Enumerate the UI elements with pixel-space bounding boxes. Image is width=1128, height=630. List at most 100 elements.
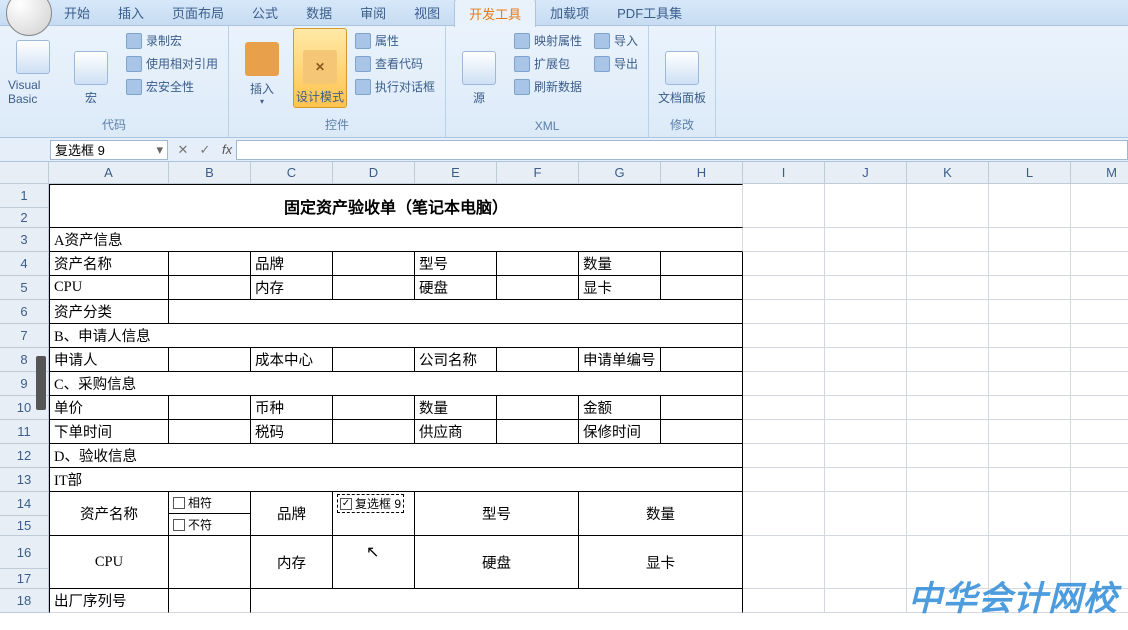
cell-section-D[interactable]: D、验收信息: [49, 444, 743, 468]
cell[interactable]: [907, 468, 989, 492]
cell[interactable]: [333, 252, 415, 276]
cell[interactable]: [169, 348, 251, 372]
formula-input[interactable]: [236, 140, 1128, 160]
cell[interactable]: [743, 228, 825, 252]
cell[interactable]: [497, 396, 579, 420]
xml-import-button[interactable]: 导入: [590, 30, 642, 51]
cell[interactable]: [743, 184, 825, 228]
cell-title[interactable]: 固定资产验收单（笔记本电脑）: [49, 184, 743, 228]
cell[interactable]: [825, 300, 907, 324]
row-header[interactable]: 16: [0, 536, 49, 569]
cell[interactable]: [169, 252, 251, 276]
cell-section-C[interactable]: C、采购信息: [49, 372, 743, 396]
cell[interactable]: 品牌: [251, 252, 333, 276]
cell[interactable]: 保修时间: [579, 420, 661, 444]
cell[interactable]: [1071, 276, 1128, 300]
row-header[interactable]: 2: [0, 208, 49, 228]
col-header-C[interactable]: C: [251, 162, 333, 184]
col-header-G[interactable]: G: [579, 162, 661, 184]
cell[interactable]: [333, 396, 415, 420]
row-header[interactable]: 6: [0, 300, 49, 324]
cell[interactable]: [907, 228, 989, 252]
accept-formula-button[interactable]: ✓: [194, 142, 216, 158]
cell[interactable]: [169, 589, 251, 613]
name-box[interactable]: 复选框 9 ▾: [50, 140, 168, 160]
cell[interactable]: [1071, 184, 1128, 228]
cell[interactable]: 硬盘: [415, 276, 497, 300]
cell[interactable]: 公司名称: [415, 348, 497, 372]
cell[interactable]: 内存: [251, 536, 333, 589]
cell[interactable]: [825, 372, 907, 396]
row-header[interactable]: 4: [0, 252, 49, 276]
cell[interactable]: [1071, 444, 1128, 468]
cell[interactable]: [743, 348, 825, 372]
col-header-D[interactable]: D: [333, 162, 415, 184]
tab-developer[interactable]: 开发工具: [454, 0, 536, 27]
cell-IT[interactable]: IT部: [49, 468, 743, 492]
cell[interactable]: [497, 252, 579, 276]
cell[interactable]: 数量: [415, 396, 497, 420]
cell[interactable]: 申请人: [49, 348, 169, 372]
cell[interactable]: [825, 228, 907, 252]
cell[interactable]: [743, 276, 825, 300]
cell[interactable]: [333, 536, 415, 589]
cell[interactable]: [333, 348, 415, 372]
col-header-M[interactable]: M: [1071, 162, 1128, 184]
cell-section-B[interactable]: B、申请人信息: [49, 324, 743, 348]
checkbox-nomatch[interactable]: 不符: [173, 516, 212, 533]
cell[interactable]: [907, 252, 989, 276]
cell[interactable]: CPU: [49, 276, 169, 300]
cell[interactable]: [743, 468, 825, 492]
row-header[interactable]: 1: [0, 184, 49, 208]
insert-control-button[interactable]: 插入 ▾: [235, 28, 289, 108]
tab-data[interactable]: 数据: [292, 0, 346, 26]
cell[interactable]: [907, 420, 989, 444]
tab-layout[interactable]: 页面布局: [158, 0, 238, 26]
cell[interactable]: 下单时间: [49, 420, 169, 444]
cell[interactable]: [989, 536, 1071, 589]
cell[interactable]: [907, 372, 989, 396]
cell[interactable]: [907, 300, 989, 324]
cell[interactable]: [743, 589, 825, 613]
cell[interactable]: [825, 396, 907, 420]
xml-export-button[interactable]: 导出: [590, 53, 642, 74]
col-header-H[interactable]: H: [661, 162, 743, 184]
cell[interactable]: [333, 420, 415, 444]
cell[interactable]: [907, 348, 989, 372]
col-header-B[interactable]: B: [169, 162, 251, 184]
cell[interactable]: 成本中心: [251, 348, 333, 372]
cell[interactable]: [825, 276, 907, 300]
col-header-K[interactable]: K: [907, 162, 989, 184]
cell[interactable]: 金额: [579, 396, 661, 420]
view-code-button[interactable]: 查看代码: [351, 53, 439, 74]
cell[interactable]: [1071, 348, 1128, 372]
cell[interactable]: [825, 252, 907, 276]
cell[interactable]: [169, 396, 251, 420]
cell[interactable]: [1071, 372, 1128, 396]
tab-pdf[interactable]: PDF工具集: [603, 0, 696, 26]
tab-addin[interactable]: 加载项: [536, 0, 603, 26]
cell[interactable]: 税码: [251, 420, 333, 444]
cell[interactable]: 型号: [415, 492, 579, 536]
cell[interactable]: [825, 420, 907, 444]
cell[interactable]: [825, 444, 907, 468]
refresh-data-button[interactable]: 刷新数据: [510, 76, 586, 97]
cell[interactable]: [989, 444, 1071, 468]
cell[interactable]: 出厂序列号: [49, 589, 169, 613]
cell[interactable]: [989, 468, 1071, 492]
cell[interactable]: 资产名称: [49, 492, 169, 536]
row-header[interactable]: 18: [0, 589, 49, 613]
cell[interactable]: [825, 324, 907, 348]
cell[interactable]: [825, 589, 907, 613]
run-dialog-button[interactable]: 执行对话框: [351, 76, 439, 97]
cell[interactable]: [907, 536, 989, 589]
cell[interactable]: [497, 276, 579, 300]
cell-selected-checkbox[interactable]: ✓复选框 9: [333, 492, 415, 536]
cell-checkbox-group[interactable]: 相符 不符: [169, 492, 251, 536]
tab-start[interactable]: 开始: [50, 0, 104, 26]
map-props-button[interactable]: 映射属性: [510, 30, 586, 51]
cell[interactable]: [333, 276, 415, 300]
fx-icon[interactable]: fx: [222, 142, 232, 157]
row-header[interactable]: 5: [0, 276, 49, 300]
cell[interactable]: [661, 252, 743, 276]
